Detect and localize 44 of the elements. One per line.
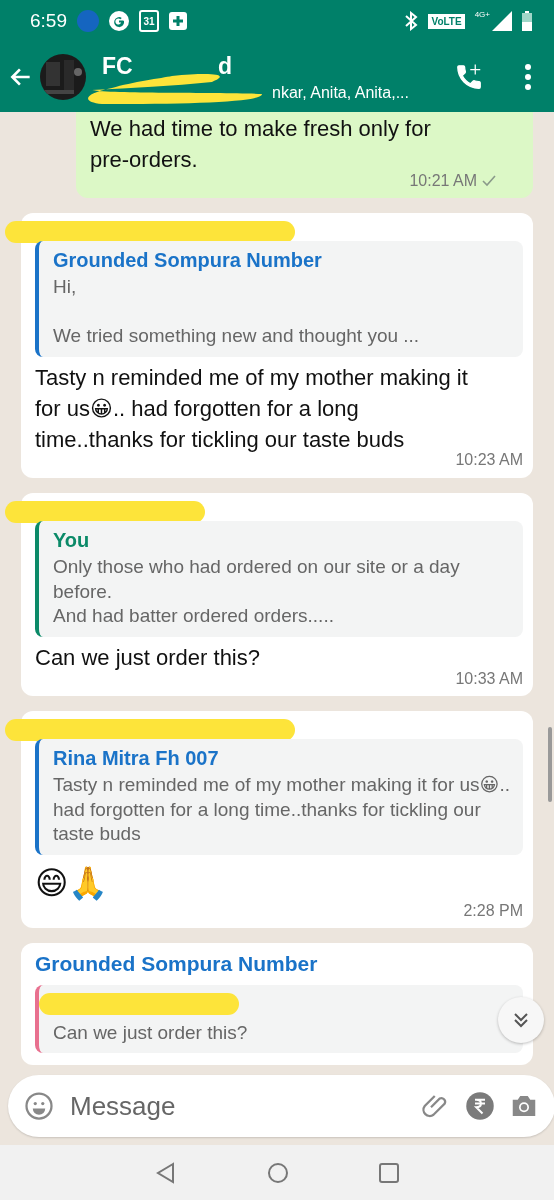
message-text: Can we just order this? <box>35 643 261 672</box>
quoted-sender: You <box>53 527 91 553</box>
sender-name: Grounded Sompura Number <box>35 951 319 978</box>
quoted-text: Only those who had ordered on our site or a day before. And had batter ordered orders..... <box>53 554 461 629</box>
quoted-text: Hi, We tried something new and thought you ... <box>53 275 421 349</box>
volte-badge: VoLTE <box>428 13 465 29</box>
rupee-icon[interactable] <box>465 1091 495 1121</box>
calendar-icon: 31 <box>139 10 159 32</box>
message-bubble[interactable]: Rina Mitra Fh 007 Tasty n reminded me of my mother making it for us😀.. had forgotten for a long time..thanks for tickling our taste buds 😄🙏 2:28 PM <box>21 711 533 929</box>
quoted-text: Can we just order this? <box>53 1020 249 1045</box>
home-nav-icon[interactable] <box>267 1161 289 1184</box>
battery-icon <box>522 11 532 31</box>
message-bubble[interactable]: You Only those who had ordered on our site or a day before. And had batter ordered orders..... Can we just order this? 10:33 AM <box>21 492 533 697</box>
quoted-message[interactable]: You Only those who had ordered on our site or a day before. And had batter ordered orders..... <box>35 520 523 637</box>
recents-nav-icon[interactable] <box>379 1162 399 1183</box>
message-field[interactable]: Message <box>8 1075 554 1137</box>
add-call-icon[interactable] <box>454 62 484 92</box>
message-bubble[interactable]: Grounded Sompura Number Hi, We tried something new and thought you ... Tasty n reminded me of my mother making it for us😀.. had forgotten for a long time..thanks for tickling our taste buds 10:23 AM <box>21 213 533 478</box>
plus-square-icon <box>169 12 187 30</box>
google-icon <box>109 11 129 31</box>
message-bubble[interactable]: We had time to make fresh only for pre-orders. 10:21 AM <box>76 112 533 198</box>
quoted-sender: Grounded Sompura Number <box>53 248 323 273</box>
quoted-message[interactable]: Can we just order this? <box>35 984 523 1054</box>
message-time: 10:33 AM <box>455 668 523 689</box>
chat-title[interactable]: FC <box>102 52 133 80</box>
clock-time: 6:59 <box>30 10 67 32</box>
app-icon <box>77 10 99 32</box>
bluetooth-icon <box>404 11 419 31</box>
emoji-message: 😄🙏 <box>35 864 110 904</box>
message-time: 10:23 AM <box>455 450 523 471</box>
emoji-icon[interactable] <box>24 1091 54 1121</box>
quoted-sender: Rina Mitra Fh 007 <box>53 746 220 772</box>
back-nav-icon[interactable] <box>155 1161 177 1184</box>
chat-title[interactable]: d <box>217 52 232 80</box>
signal-icon <box>492 11 512 31</box>
double-chevron-icon <box>512 1011 530 1029</box>
quoted-text: Tasty n reminded me of my mother making it for us😀.. had forgotten for a long time..thanks for tickling our taste buds <box>53 773 511 847</box>
message-bubble[interactable]: Grounded Sompura Number Can we just order this? <box>21 943 533 1066</box>
message-time: 2:28 PM <box>463 900 523 921</box>
quoted-message[interactable]: Rina Mitra Fh 007 Tasty n reminded me of my mother making it for us😀.. had forgotten for a long time..thanks for tickling our taste buds <box>35 739 523 856</box>
quoted-message[interactable]: Grounded Sompura Number Hi, We tried something new and thought you ... <box>35 241 523 358</box>
message-text: Tasty n reminded me of my mother making it for us😀.. had forgotten for a long time..thanks for tickling our taste buds <box>35 364 469 453</box>
participants-list: nkar, Anita, Anita,... <box>272 83 448 102</box>
network-type: 4G+ <box>474 10 490 19</box>
